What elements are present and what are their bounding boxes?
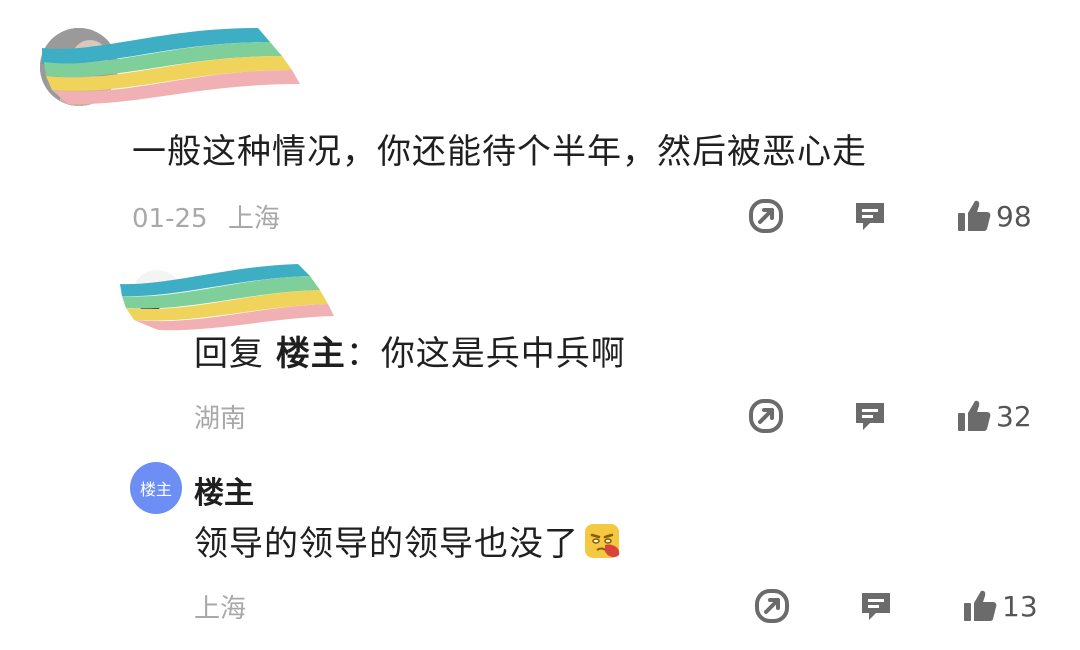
- comment-text: 一般这种情况，你还能待个半年，然后被恶心走: [132, 132, 867, 172]
- like-count: 32: [996, 399, 1032, 433]
- like-button[interactable]: 13: [962, 588, 1038, 624]
- comment-body: 领导的领导的领导也没了: [194, 516, 623, 565]
- share-icon: [755, 589, 789, 623]
- share-button[interactable]: [748, 198, 784, 234]
- sad-face-emoji: [585, 523, 620, 558]
- privacy-scribble: [42, 28, 300, 105]
- comment-date: 01-25: [132, 204, 208, 234]
- reply-button[interactable]: [858, 588, 894, 624]
- comment-text: 你这是兵中兵啊: [380, 334, 626, 374]
- host-avatar[interactable]: 楼主: [130, 462, 182, 514]
- comment-location: 湖南: [194, 404, 247, 434]
- comment-meta: 01-25 上海: [132, 198, 280, 235]
- comment-icon: [862, 593, 890, 620]
- share-button[interactable]: [748, 398, 784, 434]
- reply-prefix: 回复: [194, 334, 264, 374]
- comment-icon: [856, 403, 884, 430]
- thumbs-up-icon: [964, 590, 997, 621]
- like-count: 13: [1002, 589, 1038, 623]
- reply-button[interactable]: [852, 398, 888, 434]
- reply-separator: ：: [345, 334, 381, 374]
- thumbs-up-icon: [958, 400, 991, 431]
- reply-to-author[interactable]: 楼主: [276, 334, 346, 374]
- share-icon: [749, 399, 783, 433]
- comment-location: 上海: [227, 204, 280, 234]
- share-button[interactable]: [754, 588, 790, 624]
- like-button[interactable]: 98: [956, 198, 1032, 234]
- comment-text: 领导的领导的领导也没了: [194, 524, 579, 564]
- like-count: 98: [996, 199, 1032, 233]
- like-button[interactable]: 32: [956, 398, 1032, 434]
- reply-text-line: 回复 楼主：你这是兵中兵啊: [194, 326, 626, 375]
- comment-icon: [856, 203, 884, 230]
- share-icon: [749, 199, 783, 233]
- thumbs-up-icon: [958, 200, 991, 231]
- comment-author[interactable]: 楼主: [194, 468, 254, 512]
- host-avatar-label: 楼主: [139, 480, 172, 499]
- comment-location: 上海: [194, 594, 247, 624]
- privacy-scribble: [120, 264, 334, 331]
- reply-button[interactable]: [852, 198, 888, 234]
